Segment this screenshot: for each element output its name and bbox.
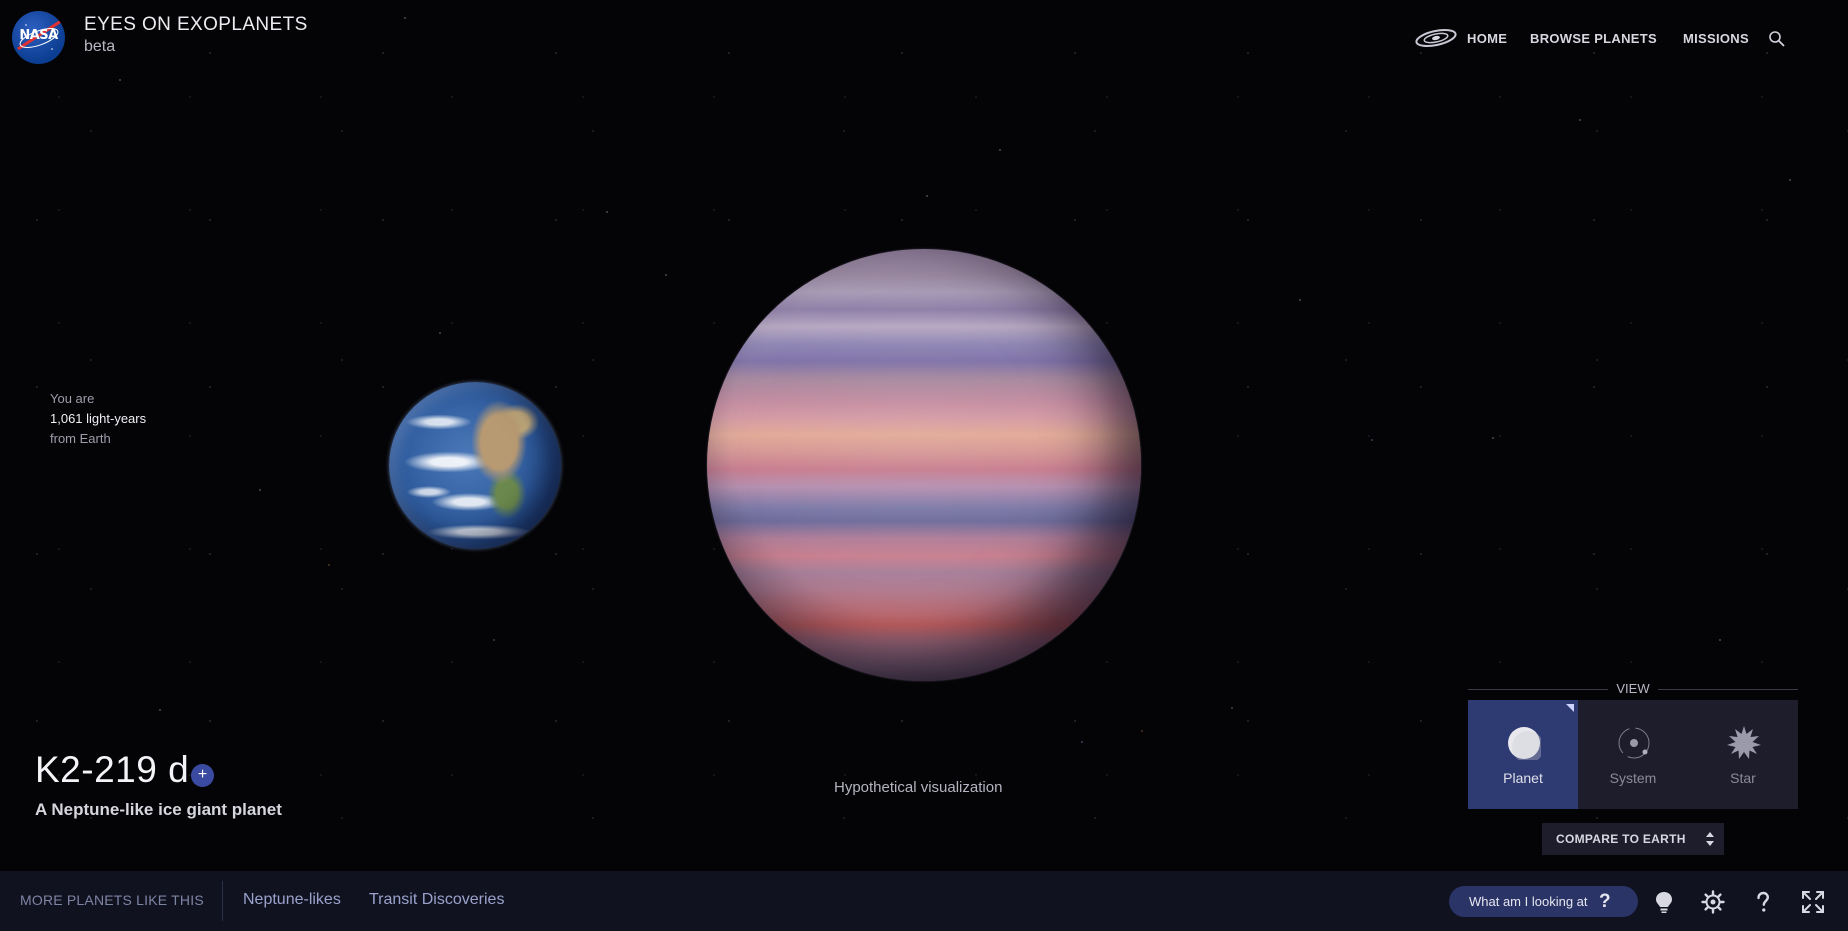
distance-prefix: You are bbox=[50, 391, 95, 406]
system-icon bbox=[1618, 727, 1650, 759]
view-option-label: Star bbox=[1730, 770, 1756, 786]
nav-missions-link[interactable]: MISSIONS bbox=[1683, 31, 1749, 46]
search-icon[interactable] bbox=[1768, 30, 1786, 48]
sort-arrows-icon bbox=[1706, 832, 1714, 846]
help-pill-label: What am I looking at bbox=[1469, 894, 1588, 909]
earth-image bbox=[389, 382, 561, 549]
gear-icon[interactable] bbox=[1701, 890, 1725, 914]
fullscreen-icon[interactable] bbox=[1801, 890, 1825, 914]
nasa-logo[interactable]: NASA bbox=[12, 11, 65, 64]
nav-home-link[interactable]: HOME bbox=[1467, 31, 1507, 46]
question-icon: ? bbox=[1599, 891, 1611, 912]
planet-name: K2-219 d bbox=[35, 749, 190, 790]
planet-icon bbox=[1508, 727, 1541, 760]
view-option-label: Planet bbox=[1503, 770, 1543, 786]
visualization-note: Hypothetical visualization bbox=[834, 779, 1003, 796]
compare-to-earth-button[interactable]: COMPARE TO EARTH bbox=[1542, 823, 1724, 855]
lightbulb-icon[interactable] bbox=[1652, 890, 1676, 914]
logo-text: NASA bbox=[19, 28, 58, 43]
exoplanet-image[interactable] bbox=[707, 249, 1141, 681]
selected-corner-marker bbox=[1566, 704, 1574, 712]
view-option-planet[interactable]: Planet bbox=[1468, 700, 1578, 809]
app-subtitle: beta bbox=[84, 38, 116, 55]
distance-value: 1,061 light-years bbox=[50, 411, 147, 426]
view-option-system[interactable]: System bbox=[1578, 700, 1688, 809]
neptune-likes-link[interactable]: Neptune-likes bbox=[243, 891, 341, 909]
transit-discoveries-link[interactable]: Transit Discoveries bbox=[369, 891, 504, 909]
view-label: VIEW bbox=[1608, 681, 1658, 696]
distance-suffix: from Earth bbox=[50, 431, 111, 446]
bottom-bar: MORE PLANETS LIKE THIS Neptune-likes Tra… bbox=[0, 871, 1848, 931]
galaxy-icon[interactable] bbox=[1414, 27, 1458, 49]
help-icon[interactable] bbox=[1751, 890, 1775, 914]
what-am-i-looking-at-button[interactable]: What am I looking at ? bbox=[1449, 886, 1638, 917]
compare-label: COMPARE TO EARTH bbox=[1556, 832, 1686, 846]
view-option-label: System bbox=[1609, 770, 1657, 786]
add-planet-button[interactable]: + bbox=[191, 764, 214, 787]
view-selector: Planet System Star bbox=[1468, 700, 1798, 809]
more-planets-label: MORE PLANETS LIKE THIS bbox=[20, 892, 204, 908]
distance-readout: You are 1,061 light-years from Earth bbox=[50, 389, 146, 449]
view-option-star[interactable]: Star bbox=[1688, 700, 1798, 809]
nav-browse-planets-link[interactable]: BROWSE PLANETS bbox=[1530, 31, 1657, 46]
star-icon bbox=[1727, 726, 1761, 759]
bar-divider bbox=[222, 881, 223, 921]
app-title: EYES ON EXOPLANETS bbox=[84, 14, 308, 35]
header: NASA EYES ON EXOPLANETS beta HOME BROWSE… bbox=[0, 0, 1848, 80]
planet-description: A Neptune-like ice giant planet bbox=[35, 800, 282, 819]
